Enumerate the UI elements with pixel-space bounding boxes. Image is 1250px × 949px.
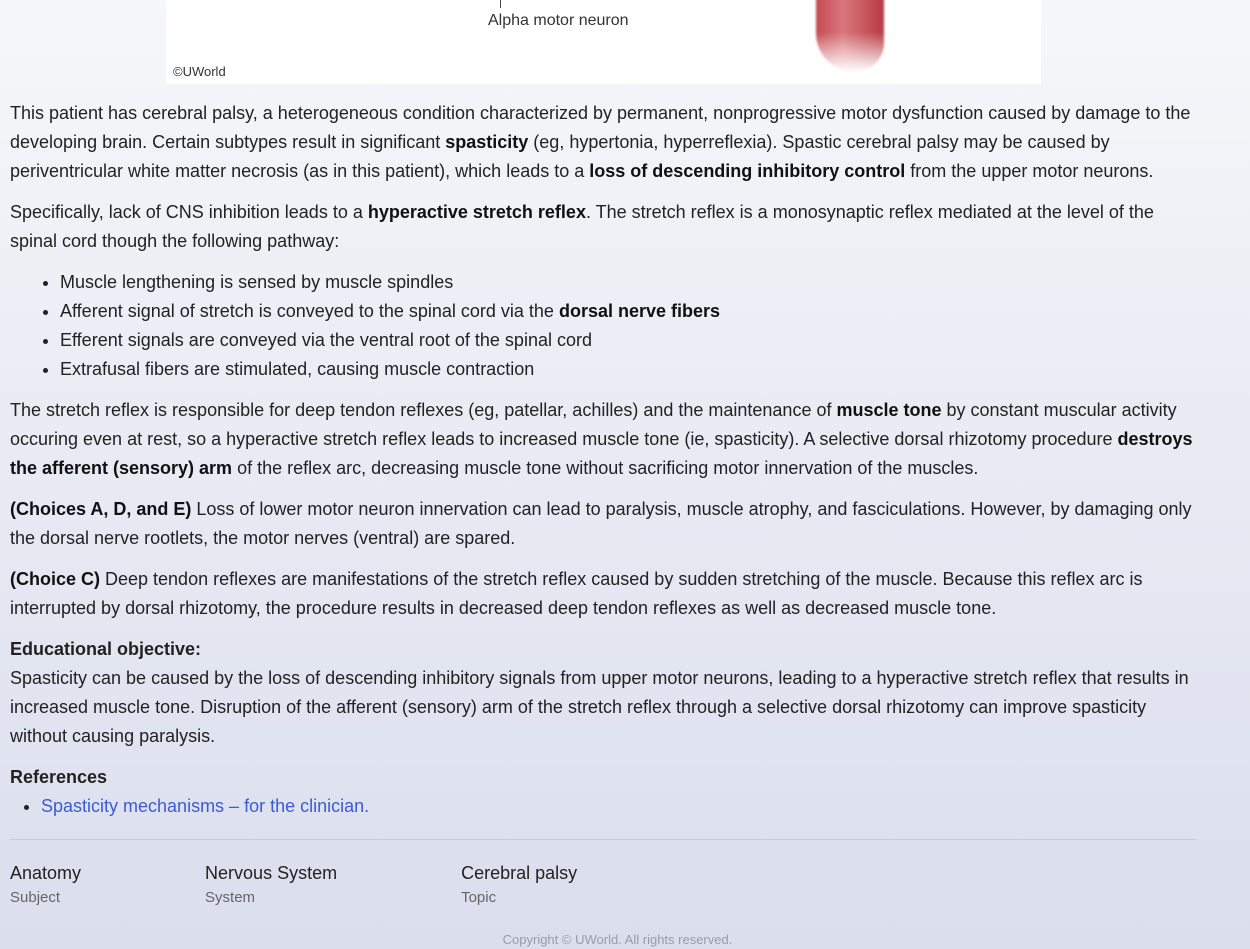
- explanation-paragraph: This patient has cerebral palsy, a heter…: [10, 99, 1200, 186]
- reflex-arc-figure: Alpha motor neuron ©UWorld: [166, 0, 1041, 84]
- bold-text: loss of descending inhibitory control: [589, 161, 906, 181]
- footer-copyright: Copyright © UWorld. All rights reserved.: [502, 932, 733, 947]
- objective-heading: Educational objective:: [10, 639, 202, 659]
- list-item: Afferent signal of stretch is conveyed t…: [60, 297, 1200, 326]
- label-pointer-line: [500, 0, 501, 8]
- bold-text: hyperactive stretch reflex: [367, 202, 586, 222]
- meta-topic: Cerebral palsy Topic: [461, 860, 639, 910]
- references-heading: References: [10, 767, 108, 787]
- meta-subject: Anatomy Subject: [10, 860, 143, 910]
- bold-text: (Choice C): [10, 569, 100, 589]
- question-metadata: Anatomy Subject Nervous System System Cere…: [10, 860, 1200, 910]
- bold-text: spasticity: [445, 132, 529, 152]
- explanation-paragraph: Specifically, lack of CNS inhibition lea…: [10, 198, 1200, 256]
- explanation-panel: Alpha motor neuron ©UWorld This patient …: [0, 0, 1210, 947]
- objective-text: Spasticity can be caused by the loss of …: [10, 668, 1189, 746]
- bold-text: dorsal nerve fibers: [558, 301, 721, 321]
- meta-label: System: [205, 889, 256, 906]
- text-segment: of the reflex arc, decreasing muscle ton…: [232, 458, 979, 478]
- text-segment: Specifically, lack of CNS inhibition lea…: [10, 202, 368, 222]
- meta-system: Nervous System System: [205, 860, 399, 910]
- text-segment: The stretch reflex is responsible for de…: [10, 400, 837, 420]
- text-segment: Muscle lengthening is sensed by muscle s…: [60, 272, 454, 292]
- bold-text: muscle tone: [836, 400, 942, 420]
- list-item: Extrafusal fibers are stimulated, causin…: [60, 355, 1200, 384]
- reference-item: Spasticity mechanisms – for the clinicia…: [41, 792, 1200, 821]
- list-item: Muscle lengthening is sensed by muscle s…: [60, 268, 1200, 297]
- meta-value: Anatomy: [10, 863, 82, 883]
- explanation-paragraph: (Choices A, D, and E) Loss of lower moto…: [10, 495, 1200, 553]
- text-segment: Deep tendon reflexes are manifestations …: [10, 569, 1143, 618]
- text-segment: Extrafusal fibers are stimulated, causin…: [60, 359, 535, 379]
- divider: [10, 839, 1197, 840]
- explanation-paragraph: (Choice C) Deep tendon reflexes are mani…: [10, 565, 1200, 623]
- text-segment: Afferent signal of stretch is conveyed t…: [60, 301, 559, 321]
- meta-value: Cerebral palsy: [461, 863, 578, 883]
- figure-copyright: ©UWorld: [173, 64, 226, 79]
- meta-value: Nervous System: [205, 863, 338, 883]
- figure-label: Alpha motor neuron: [488, 12, 629, 29]
- references-list: Spasticity mechanisms – for the clinicia…: [10, 792, 1200, 821]
- text-segment: Efferent signals are conveyed via the ve…: [60, 330, 592, 350]
- meta-label: Subject: [10, 889, 61, 906]
- explanation-paragraph: The stretch reflex is responsible for de…: [10, 396, 1200, 483]
- pathway-list: Muscle lengthening is sensed by muscle s…: [10, 268, 1200, 384]
- bold-text: (Choices A, D, and E): [10, 499, 192, 519]
- text-segment: from the upper motor neurons.: [905, 161, 1154, 181]
- meta-label: Topic: [461, 889, 497, 906]
- list-item: Efferent signals are conveyed via the ve…: [60, 326, 1200, 355]
- reference-link[interactable]: Spasticity mechanisms – for the clinicia…: [41, 796, 369, 816]
- muscle-illustration: [816, 0, 884, 72]
